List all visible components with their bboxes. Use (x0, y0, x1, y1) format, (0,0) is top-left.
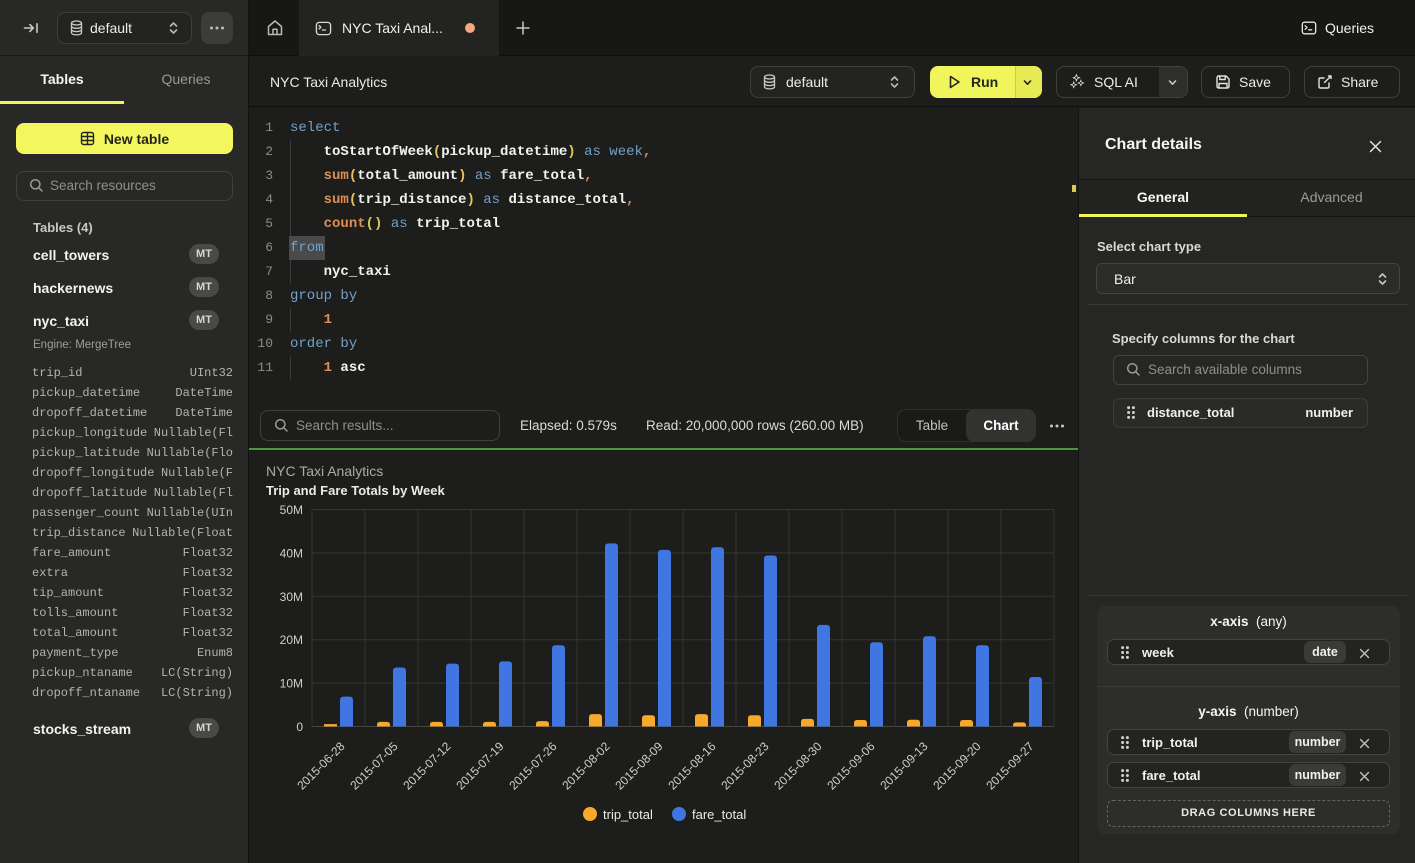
svg-text:2015-06-28: 2015-06-28 (294, 739, 348, 793)
svg-text:2015-09-06: 2015-09-06 (824, 739, 878, 793)
svg-text:NYC Taxi Analytics: NYC Taxi Analytics (266, 463, 383, 479)
svg-text:2015-09-27: 2015-09-27 (983, 739, 1037, 793)
svg-text:2015-07-12: 2015-07-12 (400, 739, 454, 793)
svg-text:2015-08-16: 2015-08-16 (665, 739, 719, 793)
svg-text:30M: 30M (280, 590, 303, 604)
svg-text:0: 0 (296, 720, 303, 734)
svg-text:2015-08-02: 2015-08-02 (559, 739, 613, 793)
svg-text:Trip and Fare Totals by Week: Trip and Fare Totals by Week (266, 483, 445, 498)
svg-text:2015-08-09: 2015-08-09 (612, 739, 666, 793)
svg-text:10M: 10M (280, 677, 303, 691)
svg-text:50M: 50M (280, 503, 303, 517)
svg-text:2015-07-05: 2015-07-05 (347, 739, 401, 793)
svg-text:40M: 40M (280, 546, 303, 560)
svg-text:20M: 20M (280, 633, 303, 647)
svg-text:2015-07-26: 2015-07-26 (506, 739, 560, 793)
svg-text:2015-09-13: 2015-09-13 (877, 739, 931, 793)
svg-text:2015-08-23: 2015-08-23 (718, 739, 772, 793)
svg-text:2015-09-20: 2015-09-20 (930, 739, 984, 793)
svg-text:trip_total: trip_total (603, 807, 653, 822)
svg-text:fare_total: fare_total (692, 807, 746, 822)
svg-text:2015-08-30: 2015-08-30 (771, 739, 825, 793)
svg-text:2015-07-19: 2015-07-19 (453, 739, 507, 793)
